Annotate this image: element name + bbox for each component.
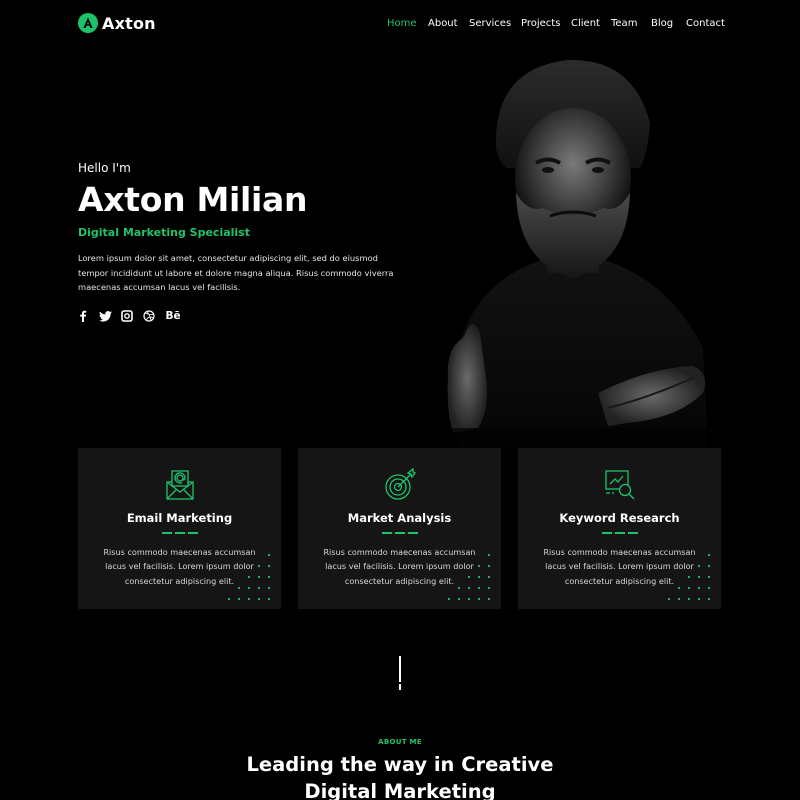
service-title: Email Marketing xyxy=(126,511,233,525)
scroll-indicator xyxy=(399,656,401,690)
email-marketing-icon xyxy=(163,468,197,502)
instagram-icon[interactable] xyxy=(120,309,134,323)
hero-portrait xyxy=(418,48,723,448)
service-card-keyword-research[interactable]: Keyword Research Risus commodo maecenas … xyxy=(518,448,721,609)
hero-role: Digital Marketing Specialist xyxy=(78,226,250,239)
twitter-icon[interactable] xyxy=(98,309,112,323)
service-card-email-marketing[interactable]: Email Marketing Risus commodo maecenas a… xyxy=(78,448,281,609)
nav-client[interactable]: Client xyxy=(571,18,600,29)
dot-pattern xyxy=(447,553,491,601)
service-title: Keyword Research xyxy=(559,511,680,525)
hero-greeting: Hello I'm xyxy=(78,161,131,175)
main-nav: Home About Services Projects Client Team… xyxy=(0,18,800,32)
hero-bio: Lorem ipsum dolor sit amet, consectetur … xyxy=(78,253,394,293)
nav-contact[interactable]: Contact xyxy=(686,18,725,29)
service-card-market-analysis[interactable]: Market Analysis Risus commodo maecenas a… xyxy=(298,448,501,609)
title-underline xyxy=(602,532,638,534)
target-icon xyxy=(383,467,417,502)
dot-pattern xyxy=(667,553,711,601)
behance-icon[interactable]: Bē xyxy=(164,309,182,323)
section-title-line2: Digital Marketing xyxy=(304,780,496,800)
title-underline xyxy=(382,532,418,534)
dribbble-icon[interactable] xyxy=(142,309,156,323)
title-underline xyxy=(162,532,198,534)
nav-home[interactable]: Home xyxy=(387,18,417,29)
nav-about[interactable]: About xyxy=(428,18,458,29)
keyword-research-icon xyxy=(603,468,637,502)
facebook-icon[interactable] xyxy=(76,309,90,323)
section-title: Leading the way in Creative Digital Mark… xyxy=(0,751,800,800)
nav-team[interactable]: Team xyxy=(611,18,637,29)
social-links: Bē xyxy=(76,309,182,323)
section-tag: ABOUT ME xyxy=(378,738,422,746)
nav-services[interactable]: Services xyxy=(469,18,511,29)
scroll-indicator-gap xyxy=(399,682,401,684)
hero-name: Axton Milian xyxy=(78,180,308,219)
service-title: Market Analysis xyxy=(347,511,452,525)
section-title-line1: Leading the way in Creative xyxy=(246,753,554,776)
nav-projects[interactable]: Projects xyxy=(521,18,560,29)
site-header: Axton Home About Services Projects Clien… xyxy=(0,0,800,48)
dot-pattern xyxy=(227,553,271,601)
nav-blog[interactable]: Blog xyxy=(651,18,673,29)
